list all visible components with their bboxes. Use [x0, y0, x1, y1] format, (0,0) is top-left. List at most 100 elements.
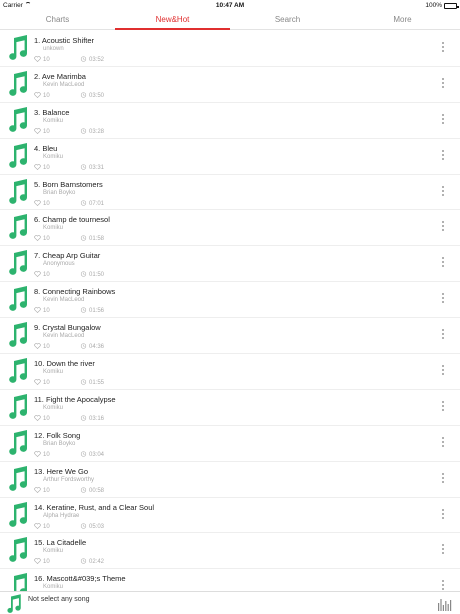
song-artist: Komiku [43, 404, 64, 411]
song-title: 10. Down the river [34, 359, 95, 369]
song-row[interactable]: 2. Ave Marimba Kevin MacLeod 10 03:50 [0, 67, 460, 103]
more-vertical-icon[interactable] [440, 293, 446, 307]
music-note-icon [9, 501, 28, 527]
tab-new-hot[interactable]: New&Hot [115, 12, 230, 30]
clock-icon [80, 235, 87, 242]
song-row[interactable]: 6. Champ de tournesol Komiku 10 01:58 [0, 210, 460, 247]
clock-icon [80, 522, 87, 529]
song-row[interactable]: 8. Connecting Rainbows Kevin MacLeod 10 01:… [0, 282, 460, 319]
clock-icon [80, 92, 87, 98]
duration-value: 05:03 [89, 523, 105, 530]
heart-icon [34, 199, 41, 206]
song-title: 11. Fight the Apocalypse [34, 394, 116, 404]
song-duration: 03:52 [80, 56, 104, 63]
more-vertical-icon[interactable] [440, 508, 446, 523]
likes-count: 10 [43, 380, 50, 387]
music-note-icon [9, 537, 28, 563]
song-title: 4. Bleu [34, 143, 58, 153]
player-bar[interactable]: Not select any song [0, 591, 460, 614]
song-duration: 02:42 [80, 558, 104, 565]
music-note-icon [9, 70, 28, 96]
more-vertical-icon[interactable] [440, 580, 446, 591]
music-note-icon [9, 322, 28, 347]
music-note-icon [9, 250, 28, 276]
heart-icon [34, 128, 41, 134]
more-vertical-icon[interactable] [440, 42, 446, 56]
song-row[interactable]: 1. Acoustic Shifter unkown 10 03:52 [0, 31, 460, 67]
more-vertical-icon[interactable] [440, 329, 446, 343]
song-duration: 01:58 [80, 235, 104, 242]
clock-icon [80, 558, 87, 565]
song-row[interactable]: 7. Cheap Arp Guitar Anonymous 10 01:50 [0, 246, 460, 283]
more-vertical-icon[interactable] [440, 77, 446, 92]
tab-more[interactable]: More [345, 12, 460, 29]
equalizer-icon[interactable] [438, 597, 452, 611]
status-bar: Carrier 10:47 AM 100% [0, 0, 460, 12]
song-artist: Komiku [43, 225, 64, 232]
music-note-icon [9, 429, 28, 455]
song-title: 16. Mascott&#039;s Theme [34, 574, 126, 584]
tab-search[interactable]: Search [230, 12, 345, 29]
song-title: 6. Champ de tournesol [34, 215, 110, 225]
duration-value: 03:31 [89, 164, 105, 171]
heart-icon [34, 558, 41, 565]
more-vertical-icon[interactable] [440, 436, 446, 451]
song-title: 5. Born Barnstomers [34, 179, 103, 189]
clock-icon [80, 343, 87, 349]
song-row[interactable]: 10. Down the river Komiku 10 01:55 [0, 354, 460, 390]
song-artist: Komiku [43, 369, 64, 376]
song-title: 1. Acoustic Shifter [34, 36, 95, 45]
heart-icon [34, 92, 41, 98]
duration-value: 03:50 [89, 92, 105, 99]
song-row[interactable]: 14. Keratine, Rust, and a Clear Soul Alph… [0, 498, 460, 534]
likes-count: 10 [43, 236, 50, 243]
song-likes: 10 [34, 163, 50, 171]
song-row[interactable]: 3. Balance Komiku 10 03:28 [0, 103, 460, 139]
music-note-icon [9, 358, 28, 383]
duration-value: 01:55 [89, 380, 105, 387]
likes-count: 10 [43, 92, 50, 99]
song-duration: 01:56 [80, 307, 104, 314]
more-vertical-icon[interactable] [440, 221, 446, 235]
more-vertical-icon[interactable] [440, 149, 446, 164]
song-artist: Alpha Hydrae [43, 512, 80, 519]
song-list[interactable]: 1. Acoustic Shifter unkown 10 03:52 2. Ave M… [0, 31, 460, 591]
song-likes: 10 [34, 415, 50, 422]
music-note-icon [9, 142, 28, 168]
likes-count: 10 [43, 57, 50, 63]
song-row[interactable]: 11. Fight the Apocalypse Komiku 10 03:16 [0, 390, 460, 426]
more-vertical-icon[interactable] [440, 185, 446, 200]
song-duration: 05:03 [80, 522, 105, 530]
song-artist: Komiku [43, 548, 64, 555]
song-row[interactable]: 15. La Citadelle Komiku 10 02:42 [0, 533, 460, 570]
song-artist: Arthur Fordsworthy [43, 476, 95, 483]
heart-icon [34, 379, 41, 385]
song-title: 7. Cheap Arp Guitar [34, 251, 101, 261]
clock-icon [80, 56, 87, 62]
song-row[interactable]: 13. Here We Go Arthur Fordsworthy 10 00:58 [0, 462, 460, 498]
song-row[interactable]: 5. Born Barnstomers Brian Boyko 10 07:01 [0, 175, 460, 211]
song-likes: 10 [34, 379, 50, 386]
clock-icon [80, 487, 87, 493]
heart-icon [34, 271, 41, 278]
duration-value: 03:28 [89, 128, 105, 135]
song-artist: unkown [43, 46, 64, 52]
tab-bar: Charts New&Hot Search More [0, 12, 460, 30]
tab-charts[interactable]: Charts [0, 12, 115, 29]
clock-icon [80, 164, 87, 170]
more-vertical-icon[interactable] [440, 472, 446, 487]
more-vertical-icon[interactable] [440, 257, 446, 271]
song-duration: 03:50 [80, 92, 104, 99]
more-vertical-icon[interactable] [440, 400, 446, 415]
song-row[interactable]: 12. Folk Song Brian Boyko 10 03:04 [0, 426, 460, 462]
more-vertical-icon[interactable] [440, 113, 446, 128]
likes-count: 10 [43, 451, 50, 458]
song-row[interactable]: 4. Bleu Komiku 10 03:31 [0, 139, 460, 175]
music-note-icon [9, 465, 28, 491]
more-vertical-icon[interactable] [440, 544, 446, 558]
song-duration: 03:04 [80, 451, 104, 458]
likes-count: 10 [43, 415, 50, 422]
more-vertical-icon[interactable] [440, 365, 446, 379]
song-row[interactable]: 9. Crystal Bungalow Kevin MacLeod 10 04:36 [0, 318, 460, 355]
song-row[interactable]: 16. Mascott&#039;s ThemeKomiku10 [0, 569, 460, 591]
